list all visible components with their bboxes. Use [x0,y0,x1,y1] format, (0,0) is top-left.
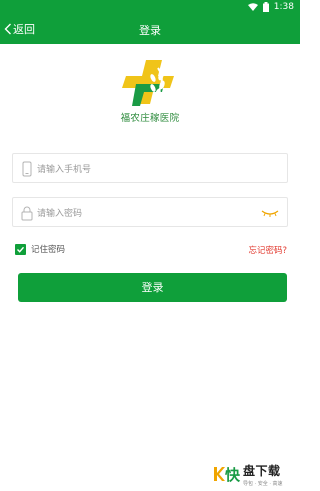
watermark-brand-char: 快 [225,465,241,484]
check-icon [17,246,25,253]
battery-icon [262,2,269,12]
remember-checkbox[interactable] [15,243,26,255]
status-icons: 1:38 [247,1,294,13]
watermark: 快 盘下载 导包 · 安全 · 高速 [213,459,299,489]
login-button[interactable]: 登录 [18,273,287,302]
phone-placeholder: 请输入手机号 [37,165,92,175]
page-title: 登录 [139,24,161,37]
status-bar: 1:38 [0,0,300,14]
forgot-password-link[interactable]: 忘记密码? [248,244,287,256]
eye-closed-icon[interactable] [261,209,279,217]
status-time: 1:38 [273,2,294,12]
lock-icon [21,206,33,221]
watermark-brand-text: 盘下载 [243,463,281,478]
wifi-icon [247,3,258,11]
phone-field[interactable]: 请输入手机号 [12,153,288,183]
app-logo [122,60,174,106]
phone-icon [22,161,32,177]
nav-bar: 返回 登录 [0,14,300,44]
remember-password[interactable]: 记住密码 [15,243,65,255]
watermark-k-icon [214,467,225,481]
watermark-logo: 快 [213,464,240,485]
password-field[interactable]: 请输入密码 [12,197,288,227]
remember-label: 记住密码 [31,245,66,255]
app-name: 福农庄稼医院 [120,113,180,124]
password-placeholder: 请输入密码 [37,209,83,219]
watermark-tagline: 导包 · 安全 · 高速 [243,480,283,487]
